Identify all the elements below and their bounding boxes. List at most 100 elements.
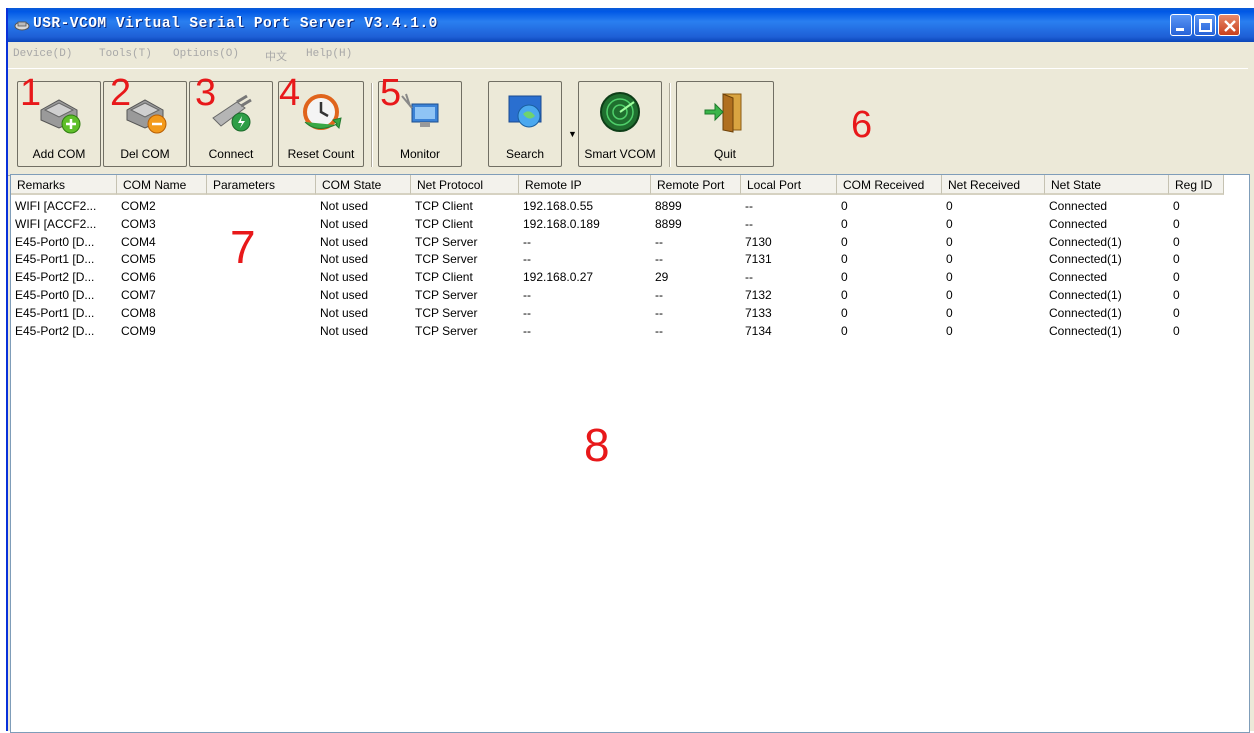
table-cell: 7130	[745, 234, 772, 249]
smart-vcom-label: Smart VCOM	[584, 147, 656, 161]
table-cell: 8899	[655, 199, 682, 213]
table-cell: COM7	[121, 288, 156, 302]
table-cell: TCP Server	[415, 323, 478, 338]
app-window: USR-VCOM Virtual Serial Port Server V3.4…	[6, 8, 1254, 733]
column-header[interactable]: Parameters	[207, 175, 316, 195]
table-cell: 0	[841, 252, 848, 267]
quit-label: Quit	[713, 147, 736, 161]
column-header[interactable]: Net Received	[942, 175, 1045, 195]
table-cell: Not used	[320, 216, 369, 231]
table-row[interactable]: WIFI [ACCF2... COM3 Not used TCP Client 192.…	[11, 217, 1249, 231]
table-cell: Not used	[320, 199, 369, 213]
table-cell: COM9	[121, 323, 156, 338]
maximize-button[interactable]	[1194, 14, 1216, 36]
column-header[interactable]: Local Port	[741, 175, 837, 195]
table-cell: Not used	[320, 305, 369, 320]
toolbar: Add COM Del COM Connect Reset Count Moni…	[8, 68, 1248, 176]
table-cell: Connected(1)	[1049, 234, 1122, 249]
table-cell: --	[655, 252, 663, 267]
table-cell: 7132	[745, 288, 772, 302]
table-row[interactable]: E45-Port0 [D... COM7 Not used TCP Server -- -…	[11, 288, 1249, 302]
table-cell: 0	[841, 216, 848, 231]
table-cell: TCP Client	[415, 199, 473, 213]
toolbar-separator	[669, 83, 671, 167]
radar-icon	[600, 92, 640, 132]
search-label: Search	[505, 147, 545, 161]
column-header[interactable]: COM Received	[837, 175, 942, 195]
table-cell: E45-Port1 [D...	[15, 305, 95, 320]
table-cell: Not used	[320, 234, 369, 249]
column-header[interactable]: Reg ID	[1169, 175, 1224, 195]
table-row[interactable]: E45-Port1 [D... COM5 Not used TCP Server -- -…	[11, 252, 1249, 266]
table-cell: 7134	[745, 323, 772, 338]
menu-device[interactable]: Device(D)	[13, 48, 72, 60]
table-cell: --	[655, 305, 663, 320]
table-cell: 8899	[655, 216, 682, 231]
com-port-list[interactable]: Remarks COM Name Parameters COM State Net Pr…	[10, 174, 1250, 733]
column-header[interactable]: Remote Port	[651, 175, 741, 195]
table-row[interactable]: E45-Port0 [D... COM4 Not used TCP Server -- -…	[11, 235, 1249, 249]
table-row[interactable]: E45-Port2 [D... COM9 Not used TCP Server -- -…	[11, 324, 1249, 338]
column-header[interactable]: COM State	[316, 175, 411, 195]
table-cell: TCP Server	[415, 288, 478, 302]
table-cell: Not used	[320, 288, 369, 302]
minimize-button[interactable]	[1170, 14, 1192, 36]
quit-button[interactable]: Quit	[676, 81, 774, 167]
table-cell: --	[523, 252, 531, 267]
table-cell: 192.168.0.189	[523, 216, 600, 231]
table-cell: COM6	[121, 270, 156, 285]
title-bar[interactable]: USR-VCOM Virtual Serial Port Server V3.4…	[8, 8, 1254, 42]
column-header[interactable]: Remote IP	[519, 175, 651, 195]
search-dropdown-arrow[interactable]: ▼	[568, 129, 577, 139]
minimize-icon	[1176, 28, 1184, 31]
table-cell: 0	[946, 199, 953, 213]
table-cell: Connected(1)	[1049, 323, 1122, 338]
reset-count-label: Reset Count	[287, 147, 355, 161]
column-header[interactable]: COM Name	[117, 175, 207, 195]
table-cell: Connected	[1049, 270, 1108, 285]
annotation-1: 1	[20, 72, 42, 114]
annotation-4: 4	[279, 72, 301, 114]
menu-help[interactable]: Help(H)	[306, 48, 352, 60]
table-row[interactable]: E45-Port2 [D... COM6 Not used TCP Client 192…	[11, 270, 1249, 284]
table-cell: 0	[841, 234, 848, 249]
column-header[interactable]: Net State	[1045, 175, 1169, 195]
menu-tools[interactable]: Tools(T)	[99, 48, 152, 60]
add-com-icon	[40, 99, 81, 134]
table-cell: COM3	[121, 216, 156, 231]
table-cell: Not used	[320, 270, 369, 285]
table-cell: COM2	[121, 199, 156, 213]
table-cell: 0	[1173, 323, 1180, 338]
annotation-5: 5	[380, 72, 402, 114]
close-button[interactable]	[1218, 14, 1240, 36]
column-header[interactable]: Remarks	[11, 175, 117, 195]
table-cell: 0	[1173, 288, 1180, 302]
table-cell: E45-Port0 [D...	[15, 288, 95, 302]
table-cell: Connected(1)	[1049, 288, 1122, 302]
toolbar-separator	[371, 83, 373, 167]
column-header[interactable]: Net Protocol	[411, 175, 519, 195]
smart-vcom-button[interactable]: Smart VCOM	[578, 81, 662, 167]
table-cell: 0	[946, 323, 953, 338]
table-cell: 7133	[745, 305, 772, 320]
table-cell: WIFI [ACCF2...	[15, 216, 97, 231]
table-cell: 0	[946, 270, 953, 285]
search-button[interactable]: Search	[488, 81, 562, 167]
close-icon	[1224, 20, 1236, 32]
table-row[interactable]: E45-Port1 [D... COM8 Not used TCP Server -- -…	[11, 306, 1249, 320]
table-cell: --	[655, 323, 663, 338]
table-cell: 0	[841, 199, 848, 213]
table-cell: WIFI [ACCF2...	[15, 199, 97, 213]
table-cell: 192.168.0.55	[523, 199, 594, 213]
table-cell: Connected(1)	[1049, 252, 1122, 267]
menu-options[interactable]: Options(O)	[173, 48, 239, 60]
table-cell: E45-Port2 [D...	[15, 323, 95, 338]
table-cell: TCP Server	[415, 305, 478, 320]
annotation-8: 8	[584, 419, 610, 471]
menu-chinese[interactable]: 中文	[265, 48, 287, 64]
table-cell: 0	[946, 305, 953, 320]
table-cell: 192.168.0.27	[523, 270, 594, 285]
table-cell: COM5	[121, 252, 156, 267]
table-row[interactable]: WIFI [ACCF2... COM2 Not used TCP Client 192.…	[11, 199, 1249, 213]
table-cell: TCP Client	[415, 270, 473, 285]
